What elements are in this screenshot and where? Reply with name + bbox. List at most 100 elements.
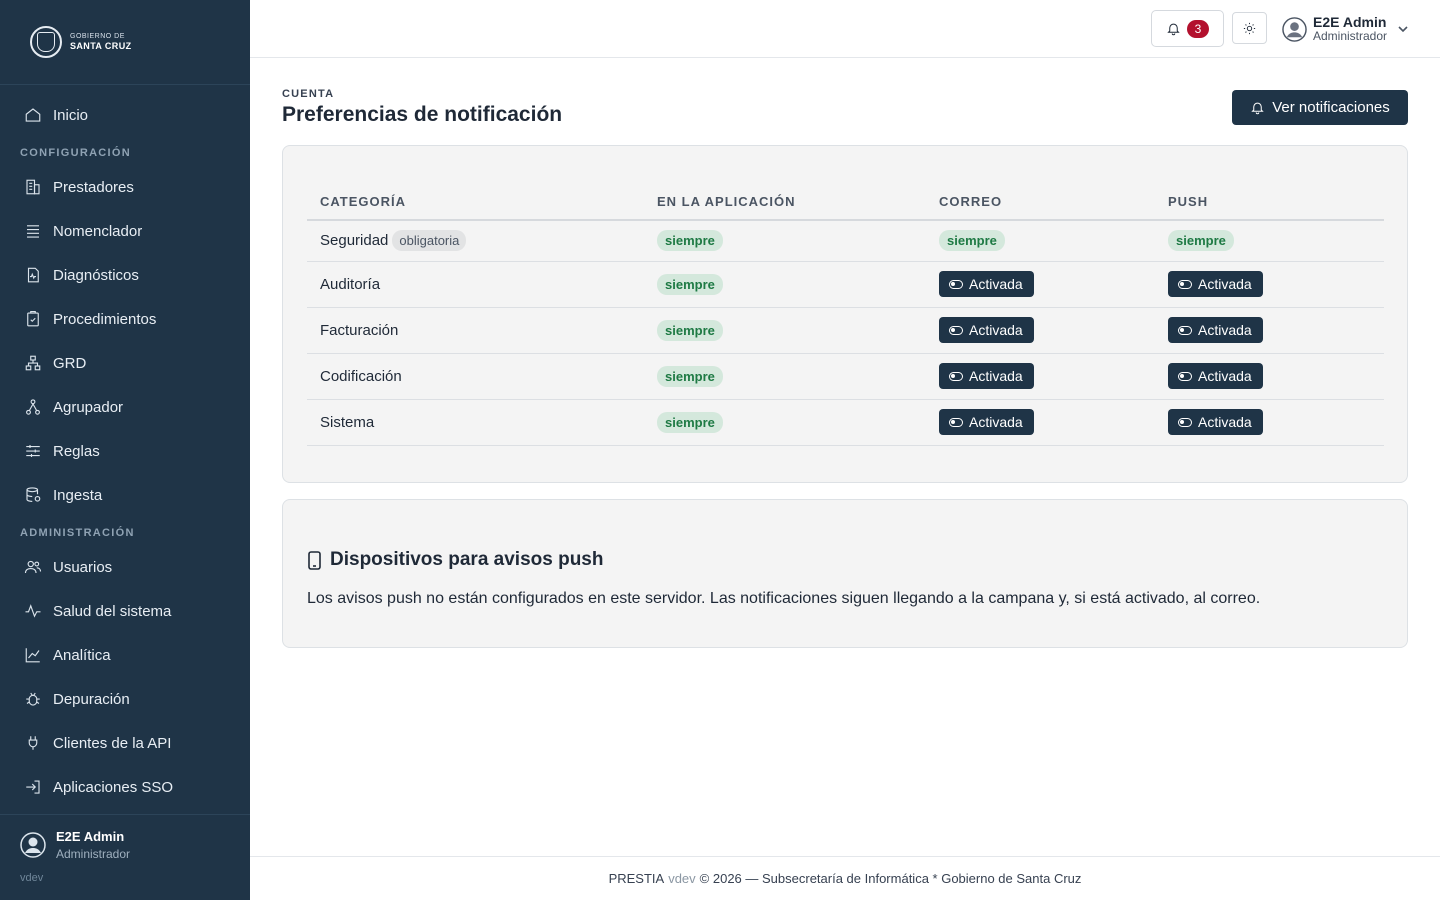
sidebar-section-configuracion: CONFIGURACIÓN [20, 147, 132, 159]
sidebar-item-agrupador[interactable]: Agrupador [0, 385, 250, 429]
toggle-icon [1178, 325, 1192, 335]
header-categoria: CATEGORÍA [307, 184, 644, 221]
table-row: Auditoría siempre Activada Activada [307, 261, 1384, 308]
category-name: Codificación [307, 353, 644, 400]
sidebar-item-analitica[interactable]: Analítica [0, 633, 250, 677]
list-icon [23, 221, 43, 241]
sidebar-item-reglas[interactable]: Reglas [0, 429, 250, 473]
toggle-icon [1178, 417, 1192, 427]
email-toggle[interactable]: Activada [939, 271, 1034, 297]
toggle-label: Activada [1198, 276, 1252, 292]
sidebar-item-label: Nomenclador [53, 222, 143, 240]
bell-icon [1167, 23, 1180, 36]
sidebar-item-aplicaciones-sso[interactable]: Aplicaciones SSO [0, 765, 250, 809]
toggle-icon [1178, 371, 1192, 381]
user-role: Administrador [1313, 29, 1388, 44]
building-icon [23, 177, 43, 197]
diagram-icon [23, 397, 43, 417]
plug-icon [23, 733, 43, 753]
bug-icon [23, 689, 43, 709]
sidebar: GOBIERNO DE SANTA CRUZ Inicio CONFIGURAC… [0, 0, 250, 900]
view-notifications-button[interactable]: Ver notificaciones [1232, 90, 1408, 125]
toggle-icon [949, 325, 963, 335]
sidebar-item-label: Analítica [53, 646, 111, 664]
sidebar-item-ingesta[interactable]: Ingesta [0, 473, 250, 517]
footer-text: © 2026 — Subsecretaría de Informática * … [699, 871, 1082, 886]
table-row: Sistema siempre Activada Activada [307, 399, 1384, 446]
mandatory-tag: obligatoria [392, 230, 467, 252]
sidebar-user[interactable]: E2E Admin Administrador vdev [0, 814, 250, 900]
sidebar-item-label: Depuración [53, 690, 130, 708]
sidebar-item-inicio[interactable]: Inicio [0, 93, 250, 137]
push-devices-message: Los avisos push no están configurados en… [307, 590, 1261, 607]
push-toggle[interactable]: Activada [1168, 271, 1263, 297]
sidebar-user-role: Administrador [56, 847, 131, 861]
user-menu[interactable]: E2E Admin Administrador [1282, 13, 1409, 45]
bell-icon [1251, 102, 1264, 115]
sidebar-item-clientes-api[interactable]: Clientes de la API [0, 721, 250, 765]
login-icon [23, 777, 43, 797]
sidebar-nav: Inicio CONFIGURACIÓN Prestadores Nomencl… [0, 85, 250, 809]
push-toggle[interactable]: Activada [1168, 363, 1263, 389]
sidebar-item-label: Salud del sistema [53, 602, 172, 620]
toggle-label: Activada [969, 414, 1023, 430]
sidebar-item-usuarios[interactable]: Usuarios [0, 545, 250, 589]
smartphone-icon [308, 550, 321, 570]
sidebar-item-label: Clientes de la API [53, 734, 172, 752]
home-icon [23, 105, 43, 125]
always-pill: siempre [657, 230, 723, 252]
sidebar-item-salud-del-sistema[interactable]: Salud del sistema [0, 589, 250, 633]
table-row: Codificación siempre Activada Activada [307, 353, 1384, 400]
logo-line2: SANTA CRUZ [70, 41, 132, 51]
sidebar-item-prestadores[interactable]: Prestadores [0, 165, 250, 209]
category-name: Sistema [307, 399, 644, 446]
sidebar-item-diagnosticos[interactable]: Diagnósticos [0, 253, 250, 297]
sun-icon [1243, 22, 1256, 34]
seal-icon [30, 26, 62, 58]
always-pill: siempre [939, 230, 1005, 252]
app-version: vdev [20, 872, 44, 884]
email-toggle[interactable]: Activada [939, 317, 1034, 343]
toggle-label: Activada [1198, 414, 1252, 430]
sidebar-item-label: Prestadores [53, 178, 134, 196]
sidebar-item-label: GRD [53, 354, 87, 372]
logo[interactable]: GOBIERNO DE SANTA CRUZ [0, 0, 250, 85]
email-toggle[interactable]: Activada [939, 409, 1034, 435]
table-row: Seguridad obligatoria siempre siempre sie… [307, 220, 1384, 262]
sidebar-item-label: Reglas [53, 442, 100, 460]
line-chart-icon [23, 645, 43, 665]
toggle-label: Activada [969, 276, 1023, 292]
email-toggle[interactable]: Activada [939, 363, 1034, 389]
push-devices-title-text: Dispositivos para avisos push [330, 549, 604, 570]
sidebar-item-procedimientos[interactable]: Procedimientos [0, 297, 250, 341]
sidebar-section-administracion: ADMINISTRACIÓN [20, 527, 135, 539]
toggle-label: Activada [969, 322, 1023, 338]
sidebar-item-label: Procedimientos [53, 310, 157, 328]
user-name: E2E Admin [1313, 13, 1387, 30]
sidebar-item-depuracion[interactable]: Depuración [0, 677, 250, 721]
always-pill: siempre [657, 365, 723, 387]
header-push: PUSH [1155, 184, 1384, 221]
theme-toggle-button[interactable] [1232, 12, 1267, 44]
users-icon [23, 557, 43, 577]
sidebar-item-grd[interactable]: GRD [0, 341, 250, 385]
always-pill: siempre [657, 319, 723, 341]
push-toggle[interactable]: Activada [1168, 317, 1263, 343]
push-toggle[interactable]: Activada [1168, 409, 1263, 435]
toggle-icon [949, 417, 963, 427]
category-name: Facturación [307, 307, 644, 354]
notification-count-badge: 3 [1187, 19, 1209, 38]
toggle-icon [949, 371, 963, 381]
topbar: 3 E2E Admin Administrador [250, 0, 1440, 58]
table-row: Facturación siempre Activada Activada [307, 307, 1384, 354]
toggle-label: Activada [1198, 322, 1252, 338]
category-name: Seguridad [320, 232, 389, 250]
always-pill: siempre [657, 273, 723, 295]
toggle-icon [949, 279, 963, 289]
sidebar-item-label: Diagnósticos [53, 266, 139, 284]
notifications-button[interactable]: 3 [1151, 10, 1224, 47]
avatar-icon [20, 832, 46, 858]
push-devices-card: Dispositivos para avisos push Los avisos… [282, 499, 1408, 648]
sidebar-item-nomenclador[interactable]: Nomenclador [0, 209, 250, 253]
sidebar-item-label: Inicio [53, 106, 89, 124]
